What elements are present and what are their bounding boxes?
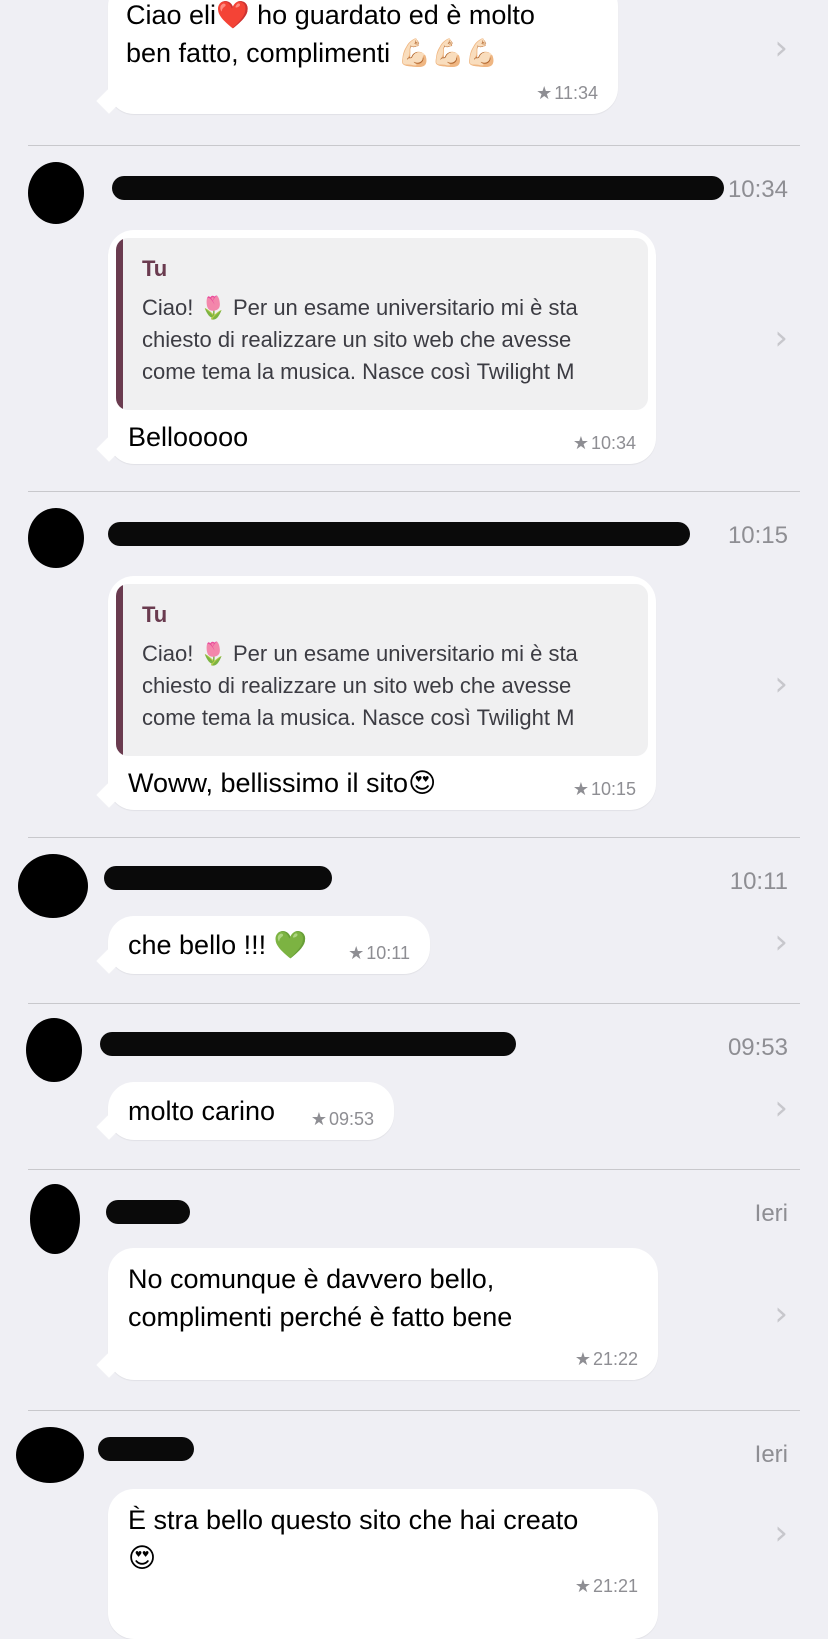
- chat-result-item[interactable]: Ieri No comunque è davvero bello, compli…: [0, 1170, 828, 1410]
- star-icon: ★: [536, 83, 553, 103]
- chat-result-item[interactable]: 10:15 Tu Ciao! 🌷 Per un esame universita…: [0, 492, 828, 837]
- chevron-right-icon[interactable]: ›: [774, 1513, 788, 1553]
- star-icon: ★: [348, 943, 365, 963]
- quote-author: Tu: [142, 256, 168, 281]
- message-text: molto carino: [128, 1096, 276, 1126]
- chat-time: 09:53: [727, 1034, 788, 1061]
- message-text: complimenti perché è fatto bene: [128, 1302, 513, 1332]
- message-timestamp: ★ 21:22: [574, 1349, 638, 1369]
- avatar: [26, 1018, 82, 1082]
- chevron-right-icon[interactable]: ›: [774, 28, 788, 68]
- quote-text: Ciao! 🌷 Per un esame universitario mi è …: [142, 295, 578, 384]
- sender-name-redacted: [98, 1437, 194, 1461]
- message-bubble: Tu Ciao! 🌷 Per un esame universitario mi…: [108, 576, 656, 810]
- message-text: No comunque è davvero bello,: [128, 1264, 495, 1294]
- chat-time: Ieri: [754, 1200, 788, 1227]
- avatar: [16, 1427, 84, 1483]
- message-text: È stra bello questo sito che hai creato: [128, 1505, 579, 1535]
- message-text: ben fatto, complimenti 💪🏻💪🏻💪🏻: [126, 38, 499, 68]
- sender-name-redacted: [112, 176, 724, 200]
- star-icon: ★: [572, 433, 589, 453]
- message-text: Ciao eli❤️ ho guardato ed è molto: [126, 0, 535, 30]
- quoted-message: Tu Ciao! 🌷 Per un esame universitario mi…: [116, 238, 648, 410]
- sender-name-redacted: [100, 1032, 516, 1056]
- message-timestamp: ★ 09:53: [310, 1109, 374, 1129]
- message-text: Woww, bellissimo il sito😍: [128, 768, 437, 798]
- chat-time: Ieri: [754, 1441, 788, 1468]
- star-icon: ★: [572, 779, 589, 799]
- chat-result-item[interactable]: 10:34 Tu Ciao! 🌷 Per un esame universita…: [0, 146, 828, 491]
- message-bubble: Tu Ciao! 🌷 Per un esame universitario mi…: [108, 230, 656, 464]
- chevron-right-icon[interactable]: ›: [774, 664, 788, 704]
- message-timestamp: ★ 10:15: [572, 779, 636, 799]
- message-text: che bello !!! 💚: [128, 930, 308, 960]
- message-timestamp: ★ 11:34: [536, 83, 598, 103]
- message-bubble: Ciao eli❤️ ho guardato ed è molto ben fa…: [108, 0, 618, 114]
- chat-time: 10:11: [729, 868, 788, 895]
- message-bubble: molto carino ★ 09:53: [108, 1082, 394, 1140]
- message-bubble: No comunque è davvero bello, complimenti…: [108, 1248, 658, 1380]
- star-icon: ★: [310, 1109, 327, 1129]
- chat-result-item[interactable]: Ieri È stra bello questo sito che hai cr…: [0, 1411, 828, 1639]
- sender-name-redacted: [108, 522, 690, 546]
- chat-result-item[interactable]: 09:53 molto carino ★ 09:53 ›: [0, 1004, 828, 1169]
- message-timestamp: ★ 10:34: [572, 433, 636, 453]
- chat-time: 10:34: [727, 176, 788, 203]
- message-timestamp: ★ 10:11: [348, 943, 410, 963]
- chevron-right-icon[interactable]: ›: [774, 1088, 788, 1128]
- chat-result-item[interactable]: 10:11 che bello !!! 💚 ★ 10:11 ›: [0, 838, 828, 1003]
- star-icon: ★: [574, 1349, 591, 1369]
- quote-text: Ciao! 🌷 Per un esame universitario mi è …: [142, 641, 578, 730]
- chevron-right-icon[interactable]: ›: [774, 318, 788, 358]
- avatar: [28, 162, 84, 224]
- message-text: 😍: [128, 1543, 157, 1573]
- message-bubble: È stra bello questo sito che hai creato …: [108, 1489, 658, 1639]
- avatar: [18, 854, 88, 918]
- avatar: [30, 1184, 80, 1254]
- chevron-right-icon[interactable]: ›: [774, 1294, 788, 1334]
- chevron-right-icon[interactable]: ›: [774, 922, 788, 962]
- star-icon: ★: [574, 1576, 591, 1596]
- quote-accent-bar: [116, 584, 123, 756]
- message-text: Bellooooo: [128, 422, 249, 452]
- chat-result-item[interactable]: Ciao eli❤️ ho guardato ed è molto ben fa…: [0, 0, 828, 146]
- quote-accent-bar: [116, 238, 123, 410]
- message-timestamp: ★ 21:21: [574, 1576, 638, 1596]
- chat-time: 10:15: [727, 522, 788, 549]
- message-bubble: che bello !!! 💚 ★ 10:11: [108, 916, 430, 974]
- quoted-message: Tu Ciao! 🌷 Per un esame universitario mi…: [116, 584, 648, 756]
- avatar: [28, 508, 84, 568]
- sender-name-redacted: [106, 1200, 190, 1224]
- sender-name-redacted: [104, 866, 332, 890]
- quote-author: Tu: [142, 602, 168, 627]
